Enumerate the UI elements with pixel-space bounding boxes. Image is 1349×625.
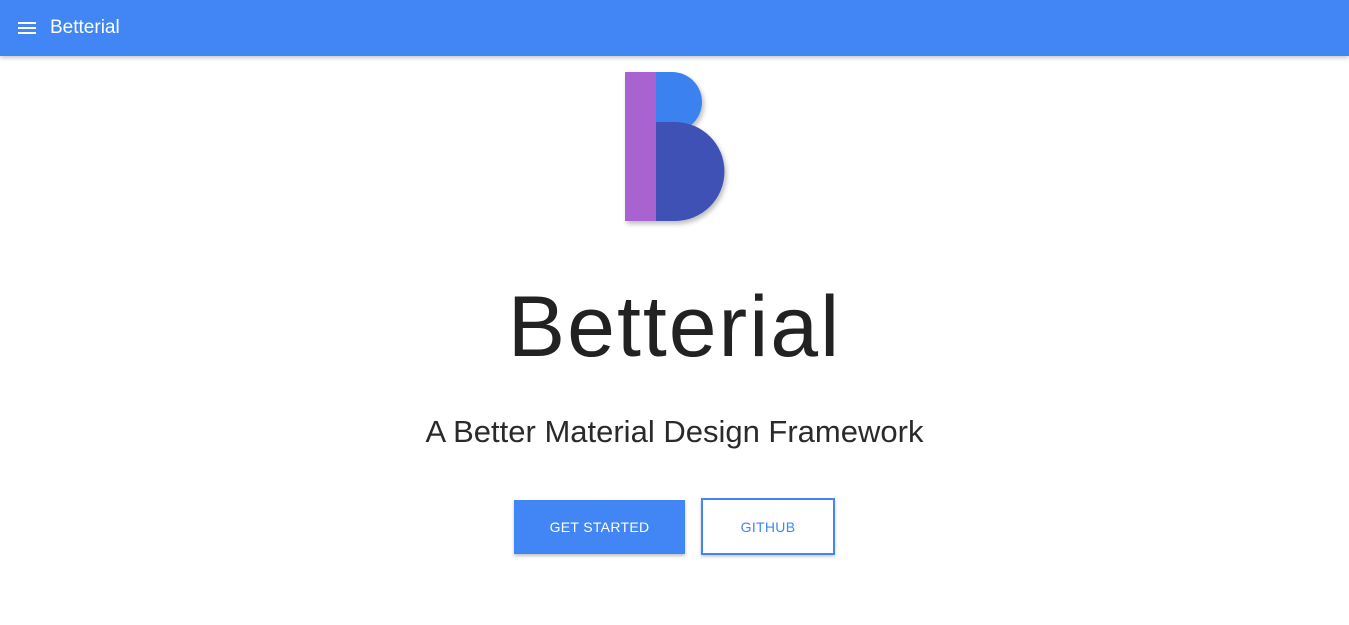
hero-title: Betterial — [507, 279, 842, 375]
menu-icon[interactable] — [18, 18, 38, 38]
hero-subtitle: A Better Material Design Framework — [425, 414, 924, 449]
app-title: Betterial — [50, 17, 120, 38]
app-bar: Betterial — [0, 0, 1349, 56]
github-button[interactable]: GITHUB — [701, 498, 835, 555]
betterial-logo — [620, 68, 730, 228]
get-started-button[interactable]: GET STARTED — [514, 500, 685, 554]
